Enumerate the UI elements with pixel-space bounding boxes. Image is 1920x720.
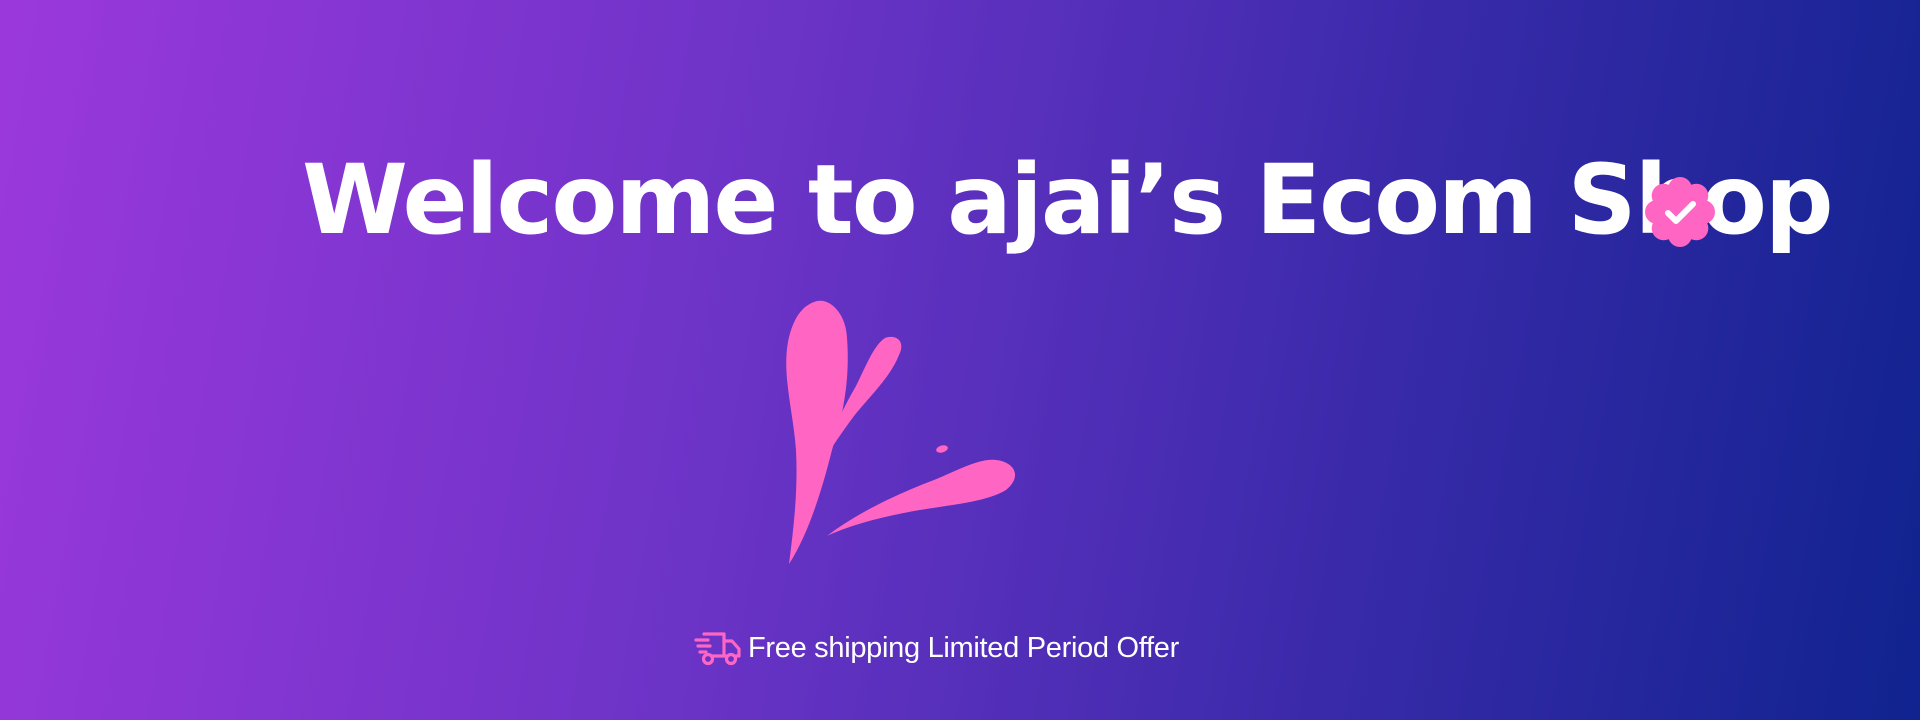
delivery-truck-icon <box>694 632 741 666</box>
free-shipping-offer: Free shipping Limited Period Offer <box>694 628 1179 668</box>
verified-badge-icon <box>1645 177 1715 247</box>
welcome-banner: Welcome to ajai’s Ecom Shop Free shippin… <box>0 0 1920 720</box>
offer-text: Free shipping Limited Period Offer <box>748 631 1179 664</box>
banner-headline: Welcome to ajai’s Ecom Shop <box>302 144 1834 256</box>
splash-logo-icon <box>786 300 1016 564</box>
